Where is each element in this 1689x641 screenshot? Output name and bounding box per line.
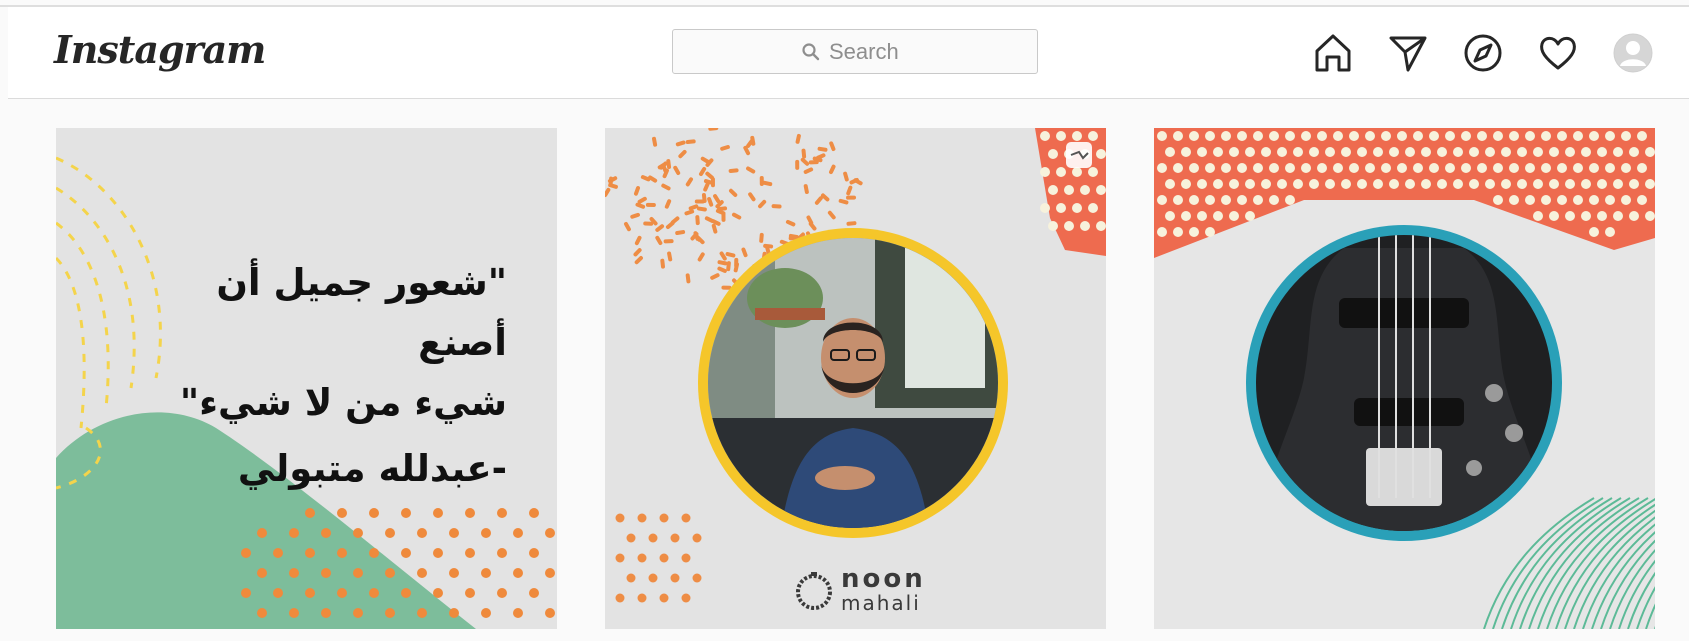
post-tile-quote[interactable]: "شعور جميل أن أصنع شيء من لا شيء" -عبدلل… — [56, 128, 557, 629]
quote-line-1: "شعور جميل أن أصنع — [216, 261, 507, 364]
reel-badge-bg — [1066, 142, 1092, 168]
brand-subtitle: mahali — [841, 591, 921, 615]
guitar-post-artwork — [1154, 128, 1655, 629]
quote-author: -عبدلله متبولي — [237, 447, 507, 490]
noon-ring-icon — [796, 571, 832, 610]
search-input[interactable] — [829, 38, 909, 65]
noon-mahali-logo: noon mahali — [793, 566, 926, 613]
search-icon — [802, 42, 820, 60]
quote-line-2: شيء من لا شيء" — [179, 381, 507, 424]
interview-post-artwork — [605, 128, 1106, 629]
quote-text: "شعور جميل أن أصنع شيء من لا شيء" -عبدلل… — [127, 253, 507, 499]
search-box[interactable] — [672, 29, 1038, 74]
direct-icon[interactable] — [1387, 32, 1429, 74]
post-tile-guitar[interactable] — [1154, 128, 1655, 629]
brand-name: noon — [841, 564, 926, 594]
profile-avatar[interactable] — [1612, 32, 1654, 74]
home-icon[interactable] — [1312, 32, 1354, 74]
explore-icon[interactable] — [1462, 32, 1504, 74]
post-tile-interview[interactable]: noon mahali — [605, 128, 1106, 629]
top-navbar: Instagram — [8, 7, 1689, 99]
instagram-logo[interactable]: Instagram — [54, 27, 266, 72]
activity-icon[interactable] — [1537, 32, 1579, 74]
